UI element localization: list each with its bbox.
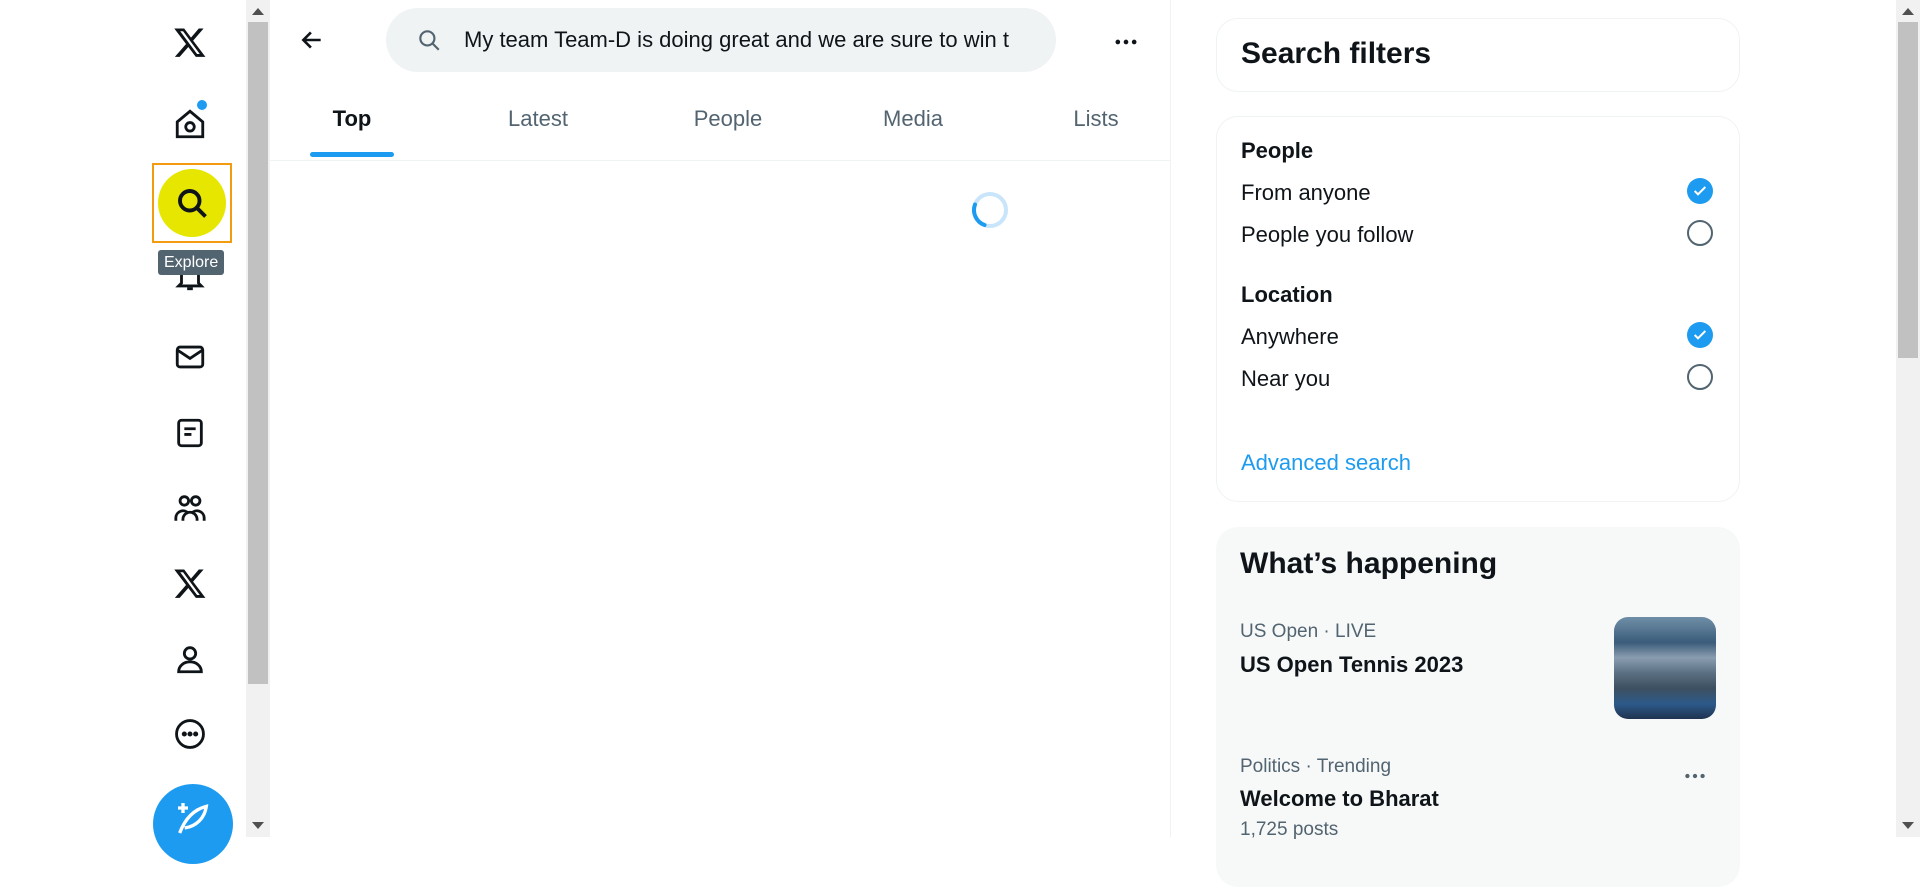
x-logo-icon[interactable] bbox=[166, 18, 214, 66]
communities-icon[interactable] bbox=[166, 484, 214, 532]
whats-happening-title: What’s happening bbox=[1240, 547, 1498, 580]
more-horizontal-icon bbox=[1115, 39, 1137, 45]
option-anywhere[interactable]: Anywhere bbox=[1241, 324, 1339, 350]
scrollbar-thumb[interactable] bbox=[1898, 22, 1918, 358]
radio-near-you[interactable] bbox=[1687, 364, 1713, 390]
tab-people[interactable]: People bbox=[670, 88, 786, 160]
lists-icon[interactable] bbox=[166, 409, 214, 457]
scroll-up-arrow-icon[interactable] bbox=[1902, 8, 1914, 15]
active-tab-indicator bbox=[310, 152, 394, 157]
people-section-label: People bbox=[1241, 138, 1314, 163]
radio-from-anyone[interactable] bbox=[1687, 178, 1713, 204]
trend-meta: Politics · Trending bbox=[1240, 756, 1392, 777]
home-icon[interactable] bbox=[166, 100, 214, 148]
search-bar[interactable] bbox=[386, 8, 1056, 72]
more-horizontal-icon bbox=[1685, 773, 1705, 779]
check-icon bbox=[1693, 186, 1707, 196]
tab-latest[interactable]: Latest bbox=[484, 88, 592, 160]
advanced-search-link[interactable]: Advanced search bbox=[1241, 450, 1411, 476]
back-button[interactable] bbox=[292, 20, 332, 60]
notification-dot bbox=[197, 100, 207, 110]
page-scrollbar[interactable] bbox=[1896, 0, 1920, 837]
check-icon bbox=[1693, 330, 1707, 340]
messages-icon[interactable] bbox=[166, 333, 214, 381]
whats-happening-panel: What’s happening US Open · LIVE US Open … bbox=[1216, 527, 1740, 887]
trend-topic[interactable]: Welcome to Bharat bbox=[1240, 786, 1439, 812]
trend-meta: US Open · LIVE bbox=[1240, 621, 1377, 642]
main-column: Top Latest People Media Lists bbox=[270, 0, 1171, 837]
trend-more-button[interactable] bbox=[1682, 763, 1708, 794]
premium-icon[interactable] bbox=[166, 559, 214, 607]
explore-icon bbox=[158, 169, 226, 237]
trend-thumbnail-image[interactable] bbox=[1614, 617, 1716, 719]
left-scrollbar[interactable] bbox=[246, 0, 270, 837]
search-filters-title: Search filters bbox=[1241, 37, 1432, 70]
loading-spinner-icon bbox=[972, 192, 1008, 228]
scrollbar-thumb[interactable] bbox=[248, 22, 268, 684]
search-filters-card: People From anyone People you follow Loc… bbox=[1216, 116, 1740, 502]
search-filters-header: Search filters bbox=[1216, 18, 1740, 92]
search-tabs: Top Latest People Media Lists bbox=[270, 88, 1170, 161]
tab-media[interactable]: Media bbox=[860, 88, 966, 160]
more-options-button[interactable] bbox=[1106, 22, 1146, 62]
location-section-label: Location bbox=[1241, 282, 1333, 307]
trend-post-count: 1,725 posts bbox=[1240, 819, 1339, 840]
option-near-you[interactable]: Near you bbox=[1241, 366, 1330, 392]
trend-topic[interactable]: US Open Tennis 2023 bbox=[1240, 652, 1463, 678]
explore-nav-button[interactable] bbox=[152, 163, 232, 243]
profile-icon[interactable] bbox=[166, 635, 214, 683]
more-icon[interactable] bbox=[166, 710, 214, 758]
search-input[interactable] bbox=[462, 26, 1036, 54]
option-from-anyone[interactable]: From anyone bbox=[1241, 180, 1371, 206]
scroll-down-arrow-icon[interactable] bbox=[1902, 822, 1914, 829]
tab-top[interactable]: Top bbox=[310, 88, 394, 160]
tab-lists[interactable]: Lists bbox=[1046, 88, 1146, 160]
scroll-down-arrow-icon[interactable] bbox=[252, 822, 264, 829]
compose-icon bbox=[178, 803, 209, 834]
radio-anywhere[interactable] bbox=[1687, 322, 1713, 348]
search-icon bbox=[419, 30, 440, 51]
compose-button[interactable] bbox=[153, 784, 233, 864]
arrow-left-icon bbox=[301, 31, 321, 49]
scroll-up-arrow-icon[interactable] bbox=[252, 8, 264, 15]
option-people-you-follow[interactable]: People you follow bbox=[1241, 222, 1413, 248]
radio-people-you-follow[interactable] bbox=[1687, 220, 1713, 246]
explore-tooltip: Explore bbox=[158, 250, 225, 275]
